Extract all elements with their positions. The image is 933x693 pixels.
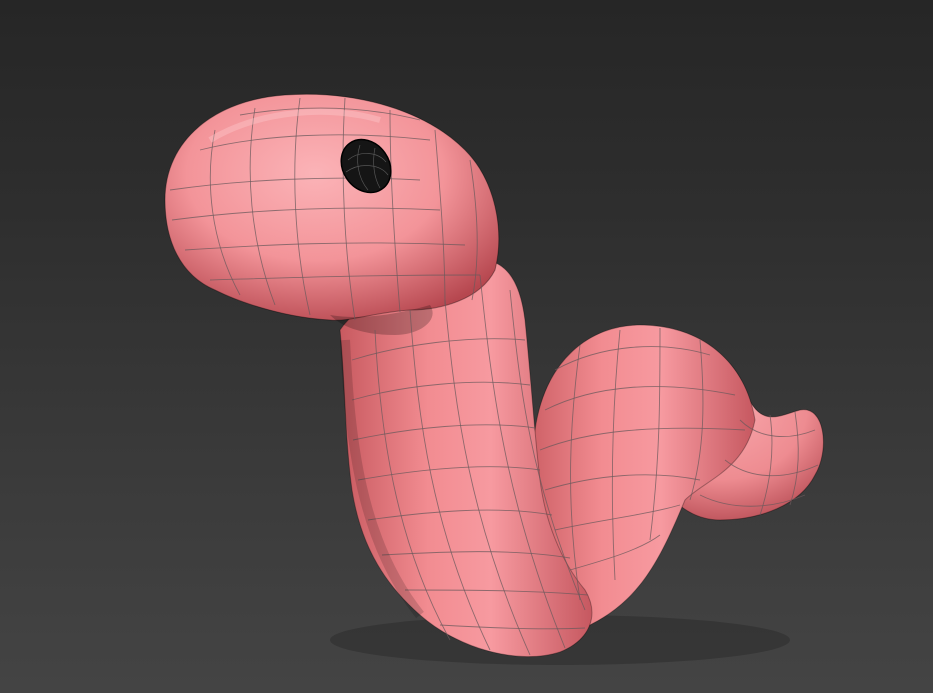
3d-viewport[interactable] — [0, 0, 933, 693]
worm-head — [164, 93, 500, 321]
worm-model[interactable] — [0, 0, 933, 693]
